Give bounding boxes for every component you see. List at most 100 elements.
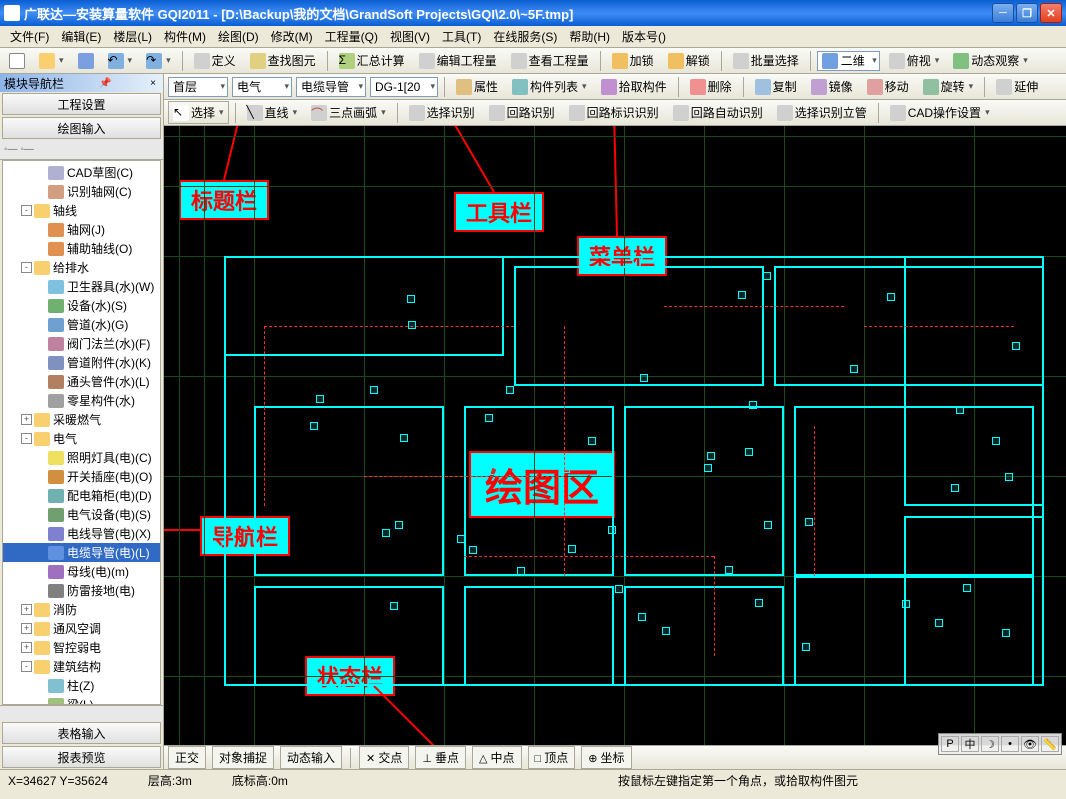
- tree-item[interactable]: 辅助轴线(O): [3, 239, 160, 258]
- menu-构件M[interactable]: 构件(M): [158, 28, 212, 45]
- drawing-canvas[interactable]: 标题栏 工具栏 菜单栏 导航栏 绘图区 状态栏: [164, 126, 1066, 745]
- sum-button[interactable]: Σ汇总计算: [334, 49, 410, 72]
- menu-修改M[interactable]: 修改(M): [265, 28, 319, 45]
- cz-toggle[interactable]: ⊥ 垂点: [415, 746, 466, 769]
- menu-绘图D[interactable]: 绘图(D): [212, 28, 265, 45]
- undo-button[interactable]: ↶▾: [103, 50, 138, 72]
- select-tool-button[interactable]: ↖选择▾: [168, 101, 229, 124]
- loop-recognize-button[interactable]: 回路识别: [484, 101, 560, 124]
- tree-item[interactable]: -电气: [3, 429, 160, 448]
- tree-item[interactable]: 梁(L): [3, 695, 160, 705]
- new-button[interactable]: [4, 50, 30, 72]
- bird-view-button[interactable]: 俯视▾: [884, 49, 945, 72]
- menu-在线服务S[interactable]: 在线服务(S): [487, 28, 563, 45]
- tree-item[interactable]: -轴线: [3, 201, 160, 220]
- nav-pin-button[interactable]: 📌: [96, 78, 114, 89]
- open-button[interactable]: ▾: [34, 50, 69, 72]
- extend-button[interactable]: 延伸: [991, 75, 1043, 98]
- maximize-button[interactable]: ❐: [1016, 3, 1038, 23]
- vi-dot[interactable]: •: [1001, 736, 1019, 752]
- component-tree[interactable]: CAD草图(C)识别轴网(C)-轴线轴网(J)辅助轴线(O)-给排水卫生器具(水…: [2, 160, 161, 705]
- tree-item[interactable]: +智控弱电: [3, 638, 160, 657]
- zb-toggle[interactable]: ⊕ 坐标: [581, 746, 631, 769]
- pick-button[interactable]: 拾取构件: [596, 75, 672, 98]
- nav-scroll[interactable]: [0, 705, 163, 721]
- menu-版本号[interactable]: 版本号(): [616, 28, 672, 45]
- tree-item[interactable]: 卫生器具(水)(W): [3, 277, 160, 296]
- menu-视图V[interactable]: 视图(V): [384, 28, 436, 45]
- close-button[interactable]: ✕: [1040, 3, 1062, 23]
- subcategory-combo[interactable]: 电缆导管: [296, 77, 366, 97]
- redo-button[interactable]: ↷▾: [141, 50, 176, 72]
- tree-item[interactable]: CAD草图(C): [3, 163, 160, 182]
- menu-帮助H[interactable]: 帮助(H): [563, 28, 616, 45]
- minimize-button[interactable]: ─: [992, 3, 1014, 23]
- nav-close-button[interactable]: ×: [147, 78, 159, 89]
- tree-item[interactable]: 管道附件(水)(K): [3, 353, 160, 372]
- menu-编辑E[interactable]: 编辑(E): [55, 28, 107, 45]
- view-qty-button[interactable]: 查看工程量: [506, 49, 594, 72]
- vi-p[interactable]: P: [941, 736, 959, 752]
- mirror-button[interactable]: 镜像: [806, 75, 858, 98]
- report-preview-button[interactable]: 报表预览: [2, 746, 161, 768]
- delete-button[interactable]: 删除: [685, 75, 737, 98]
- edit-qty-button[interactable]: 编辑工程量: [414, 49, 502, 72]
- tree-item[interactable]: -给排水: [3, 258, 160, 277]
- save-button[interactable]: [73, 50, 99, 72]
- loop-mark-button[interactable]: 回路标识识别: [564, 101, 664, 124]
- menu-文件F[interactable]: 文件(F): [4, 28, 55, 45]
- vi-ruler[interactable]: 📏: [1041, 736, 1059, 752]
- rotate-button[interactable]: 旋转▾: [918, 75, 979, 98]
- tree-item[interactable]: 电缆导管(电)(L): [3, 543, 160, 562]
- menu-工程量Q[interactable]: 工程量(Q): [319, 28, 384, 45]
- draw-input-button[interactable]: 绘图输入: [2, 117, 161, 139]
- floor-combo[interactable]: 首层: [168, 77, 228, 97]
- code-combo[interactable]: DG-1[20: [370, 77, 438, 97]
- define-button[interactable]: 定义: [189, 49, 241, 72]
- batch-select-button[interactable]: 批量选择: [728, 49, 804, 72]
- dynin-toggle[interactable]: 动态输入: [280, 746, 342, 769]
- cad-settings-button[interactable]: CAD操作设置▾: [885, 101, 995, 124]
- arc-tool-button[interactable]: ⌒三点画弧▾: [306, 101, 391, 124]
- menu-楼层L[interactable]: 楼层(L): [107, 28, 158, 45]
- find-button[interactable]: 查找图元: [245, 49, 321, 72]
- tree-item[interactable]: 设备(水)(S): [3, 296, 160, 315]
- tree-item[interactable]: 柱(Z): [3, 676, 160, 695]
- tree-item[interactable]: 通头管件(水)(L): [3, 372, 160, 391]
- properties-button[interactable]: 属性: [451, 75, 503, 98]
- tree-item[interactable]: 照明灯具(电)(C): [3, 448, 160, 467]
- menu-工具T[interactable]: 工具(T): [436, 28, 487, 45]
- tree-item[interactable]: -建筑结构: [3, 657, 160, 676]
- jd-toggle[interactable]: ✕ 交点: [359, 746, 409, 769]
- lock-button[interactable]: 加锁: [607, 49, 659, 72]
- tree-item[interactable]: 开关插座(电)(O): [3, 467, 160, 486]
- snap-toggle[interactable]: 对象捕捉: [212, 746, 274, 769]
- line-tool-button[interactable]: ╲直线▾: [242, 101, 303, 124]
- tree-item[interactable]: 识别轴网(C): [3, 182, 160, 201]
- dd-toggle[interactable]: □ 顶点: [528, 746, 576, 769]
- tree-item[interactable]: 电气设备(电)(S): [3, 505, 160, 524]
- table-input-button[interactable]: 表格输入: [2, 722, 161, 744]
- tree-item[interactable]: 轴网(J): [3, 220, 160, 239]
- tree-item[interactable]: +通风空调: [3, 619, 160, 638]
- ortho-toggle[interactable]: 正交: [168, 746, 206, 769]
- tree-item[interactable]: 电线导管(电)(X): [3, 524, 160, 543]
- vi-eye[interactable]: 👁: [1021, 736, 1039, 752]
- dynamic-view-button[interactable]: 动态观察▾: [948, 49, 1033, 72]
- select-recognize-button[interactable]: 选择识别: [404, 101, 480, 124]
- unlock-button[interactable]: 解锁: [663, 49, 715, 72]
- tree-item[interactable]: 阀门法兰(水)(F): [3, 334, 160, 353]
- zd-toggle[interactable]: △ 中点: [472, 746, 522, 769]
- view2d-combo[interactable]: 二维: [817, 51, 880, 71]
- tree-item[interactable]: 配电箱柜(电)(D): [3, 486, 160, 505]
- copy-button[interactable]: 复制: [750, 75, 802, 98]
- project-settings-button[interactable]: 工程设置: [2, 93, 161, 115]
- tree-item[interactable]: 防雷接地(电): [3, 581, 160, 600]
- vi-moon[interactable]: ☽: [981, 736, 999, 752]
- vi-mid[interactable]: 中: [961, 736, 979, 752]
- tree-item[interactable]: +采暖燃气: [3, 410, 160, 429]
- select-vertical-button[interactable]: 选择识别立管: [772, 101, 872, 124]
- tree-item[interactable]: 管道(水)(G): [3, 315, 160, 334]
- category-combo[interactable]: 电气: [232, 77, 292, 97]
- component-list-button[interactable]: 构件列表▾: [507, 75, 592, 98]
